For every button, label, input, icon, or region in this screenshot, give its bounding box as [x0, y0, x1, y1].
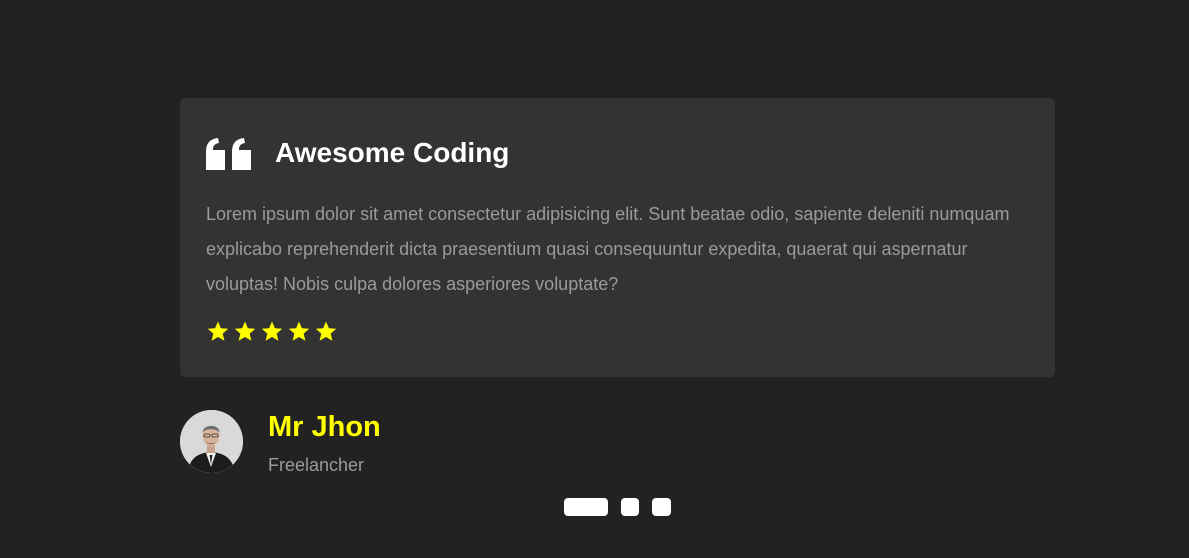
star-icon [315, 321, 337, 341]
star-icon [207, 321, 229, 341]
pagination-dot-1[interactable] [564, 498, 608, 516]
author-role: Freelancher [268, 455, 365, 475]
testimonial-title: Awesome Coding [275, 137, 510, 168]
testimonial-text: Lorem ipsum dolor sit amet consectetur a… [206, 204, 1010, 294]
pagination-dot-3[interactable] [652, 498, 671, 516]
testimonial-card: Awesome Coding Lorem ipsum dolor sit ame… [180, 98, 1055, 377]
person-photo-icon [180, 410, 243, 473]
star-rating [206, 320, 338, 344]
author-name: Mr Jhon [268, 411, 381, 443]
star-icon [288, 321, 310, 341]
pagination-dot-2[interactable] [621, 498, 639, 516]
quote-icon [206, 138, 251, 170]
star-icon [234, 321, 256, 341]
avatar [180, 410, 243, 473]
star-icon [261, 321, 283, 341]
